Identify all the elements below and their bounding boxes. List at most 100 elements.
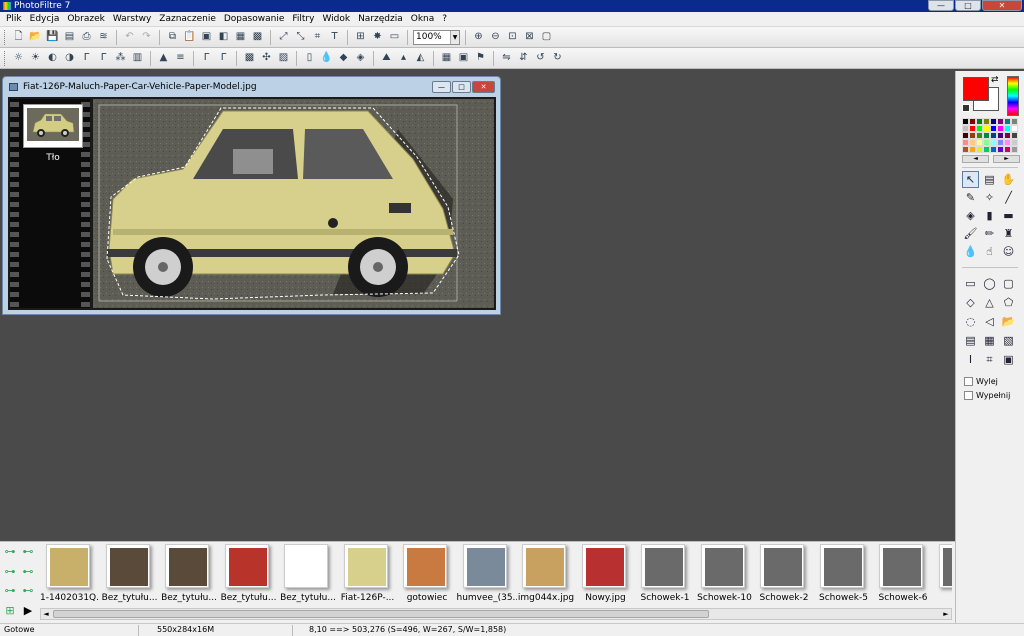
image-size-icon[interactable]: ⤢	[276, 30, 291, 45]
canvas-size-icon[interactable]: ⤡	[293, 30, 308, 45]
palette-swatch[interactable]	[962, 146, 969, 153]
monitor-icon[interactable]: ▣	[456, 51, 471, 66]
eyedropper-icon[interactable]: ✎	[962, 189, 979, 206]
palette-swatch[interactable]	[983, 139, 990, 146]
mosaic-icon[interactable]: ▩	[242, 51, 257, 66]
rounded-rect-icon[interactable]: ▢	[1000, 275, 1017, 292]
lasso-icon[interactable]: ◌	[962, 313, 979, 330]
doc-maximize-button[interactable]: □	[452, 81, 471, 93]
frame-icon[interactable]: ▭	[387, 30, 402, 45]
palette-swatch[interactable]	[962, 139, 969, 146]
thumbnail-item[interactable]: Schowek-6	[873, 544, 933, 606]
scan-icon[interactable]: ≋	[96, 30, 111, 45]
swap-colors-icon[interactable]: ⇄	[991, 75, 999, 85]
flip-vertical-icon[interactable]: ⇵	[516, 51, 531, 66]
palette-swatch[interactable]	[976, 125, 983, 132]
layers-icon[interactable]: ⊞	[353, 30, 368, 45]
palette-swatch[interactable]	[1011, 118, 1018, 125]
thumbnail-item[interactable]: Nowy.jpg	[576, 544, 636, 606]
undo-icon[interactable]: ↶	[122, 30, 137, 45]
window-icon[interactable]: ▣	[1000, 351, 1017, 368]
palette-swatch[interactable]	[997, 146, 1004, 153]
favorites-icon[interactable]: ⊞	[2, 603, 18, 619]
crop-icon[interactable]: ⌗	[310, 30, 325, 45]
wylej-checkbox[interactable]	[964, 377, 973, 386]
open-icon[interactable]: 📂	[28, 30, 43, 45]
palette-swatch[interactable]	[990, 139, 997, 146]
palette-swatch[interactable]	[976, 132, 983, 139]
thumbnail-item[interactable]: Bez_tytułu...	[159, 544, 219, 606]
thumbnail-item[interactable]: Bez_tytułu...	[100, 544, 160, 606]
palette-swatch[interactable]	[969, 139, 976, 146]
default-colors-icon[interactable]	[962, 104, 970, 112]
contrast-plus-icon[interactable]: ◑	[62, 51, 77, 66]
brush-icon[interactable]: 🖌	[962, 225, 979, 242]
palette-swatch[interactable]	[997, 139, 1004, 146]
eraser-icon[interactable]: ▬	[1000, 207, 1017, 224]
polygon-lasso-icon[interactable]: ◁	[981, 313, 998, 330]
close-button[interactable]: ✕	[982, 0, 1022, 11]
gamma-icon[interactable]: ▥	[130, 51, 145, 66]
image-canvas[interactable]	[93, 99, 494, 308]
copy-icon[interactable]: ⧉	[165, 30, 180, 45]
palette-swatch[interactable]	[1004, 118, 1011, 125]
hand-tool-icon[interactable]: ✋	[1000, 171, 1017, 188]
zoom-in-icon[interactable]: ⊕	[471, 30, 486, 45]
palette-swatch[interactable]	[1011, 132, 1018, 139]
palette-swatch[interactable]	[969, 118, 976, 125]
batch-icon[interactable]: ⚑	[473, 51, 488, 66]
thumbnail-item[interactable]: 1-1402031Q...	[40, 544, 100, 606]
zoom-select[interactable]: 100% ▼	[413, 29, 460, 45]
doc-close-button[interactable]: ✕	[472, 81, 495, 93]
palette-swatch[interactable]	[1011, 139, 1018, 146]
contrast-minus-icon[interactable]: ◐	[45, 51, 60, 66]
palette-prev-button[interactable]: ◄	[962, 155, 989, 163]
select-all-icon[interactable]: ▤	[962, 332, 979, 349]
color-balance-icon[interactable]: ▦	[439, 51, 454, 66]
palette-swatch[interactable]	[976, 146, 983, 153]
palette-swatch[interactable]	[983, 118, 990, 125]
rotate-left-icon[interactable]: ↺	[533, 51, 548, 66]
palette-swatch[interactable]	[997, 132, 1004, 139]
emboss-icon[interactable]: ▨	[276, 51, 291, 66]
palette-swatch[interactable]	[1011, 125, 1018, 132]
tree-icon[interactable]: ⊶	[2, 544, 18, 560]
magic-wand-frame-icon[interactable]: ▤	[981, 171, 998, 188]
text-cursor-icon[interactable]: Ⅰ	[962, 351, 979, 368]
palette-swatch[interactable]	[969, 125, 976, 132]
saturation-plus-icon[interactable]: Γ	[96, 51, 111, 66]
save-as-icon[interactable]: ▤	[62, 30, 77, 45]
gradient-icon[interactable]: ⛰	[379, 51, 394, 66]
palette-swatch[interactable]	[962, 132, 969, 139]
thumbnail-item[interactable]: img044x.jpg	[516, 544, 576, 606]
smudge-icon[interactable]: ☝	[981, 243, 998, 260]
zoom-out-icon[interactable]: ⊖	[488, 30, 503, 45]
toolbar-grip[interactable]	[4, 50, 7, 66]
color-spectrum[interactable]	[1007, 76, 1019, 116]
ellipse-icon[interactable]: ◯	[981, 275, 998, 292]
paste-icon[interactable]: 📋	[182, 30, 197, 45]
saturation-minus-icon[interactable]: Γ	[79, 51, 94, 66]
palette-next-button[interactable]: ►	[993, 155, 1020, 163]
noise-icon[interactable]: ✣	[259, 51, 274, 66]
thumbnail-item[interactable]: Fiat-126P-...	[338, 544, 398, 606]
tree-expand-icon[interactable]: ⊷	[20, 544, 36, 560]
palette-swatch[interactable]	[983, 125, 990, 132]
actual-size-icon[interactable]: ⊠	[522, 30, 537, 45]
brightness-plus-icon[interactable]: ☀	[28, 51, 43, 66]
ratio-43-icon[interactable]: ▦	[981, 332, 998, 349]
menu-plik[interactable]: Plik	[2, 12, 26, 27]
folder-refresh-icon[interactable]: ⊷	[20, 583, 36, 599]
auto-levels-icon[interactable]: Γ	[199, 51, 214, 66]
thumbnail-item[interactable]: Schowek-5	[814, 544, 874, 606]
transparency-icon[interactable]: ▩	[250, 30, 265, 45]
document-window[interactable]: Fiat-126P-Maluch-Paper-Car-Vehicle-Paper…	[2, 76, 501, 315]
spray-icon[interactable]: ▮	[981, 207, 998, 224]
palette-swatch[interactable]	[969, 132, 976, 139]
chevron-down-icon[interactable]: ▼	[450, 30, 459, 44]
thumbnail-item[interactable]: Schowek-2	[754, 544, 814, 606]
color-palette-icon[interactable]: ▦	[233, 30, 248, 45]
menu-edycja[interactable]: Edycja	[26, 12, 64, 27]
menu-okna[interactable]: Okna	[407, 12, 439, 27]
thumbnail-scrollbar[interactable]: ◄ ►	[40, 608, 952, 620]
